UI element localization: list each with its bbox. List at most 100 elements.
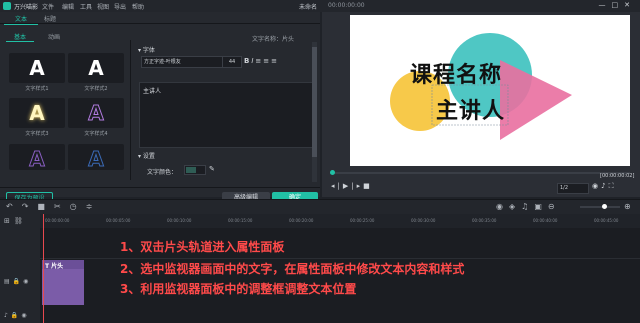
redo-icon[interactable]: ↷: [22, 202, 38, 211]
project-title: 未命名: [299, 4, 318, 11]
text-content-area[interactable]: 主讲人: [139, 82, 313, 148]
font-size-value: 44: [228, 59, 236, 65]
format-toolbar[interactable]: BI≡≡≡: [244, 57, 279, 65]
track-visible-icon[interactable]: ◉: [23, 278, 31, 285]
ruler-mark-4: 00:00:20:00: [289, 218, 314, 223]
link-icon[interactable]: ⛓: [14, 217, 27, 225]
ruler-mark-7: 00:00:35:00: [472, 218, 497, 223]
preset-label-2: 文字样式2: [84, 86, 108, 92]
preset-label-1: 文字样式1: [25, 86, 49, 92]
fullscreen-icon[interactable]: ⛶: [609, 182, 617, 190]
monitor-tools[interactable]: ◉♪⛶: [592, 182, 616, 191]
ruler-mark-5: 00:00:25:00: [350, 218, 375, 223]
menu-file[interactable]: 文件: [42, 2, 54, 11]
font-section-label: 字体: [142, 47, 155, 54]
font-section-header[interactable]: ▾ 字体: [138, 45, 155, 54]
instruction-1: 1、双击片头轨道进入属性面板: [120, 240, 285, 254]
preset-thumb-1[interactable]: A: [9, 53, 65, 83]
track-lock-icon[interactable]: 🔒: [13, 278, 23, 285]
voice-icon[interactable]: ♫: [521, 202, 534, 211]
delete-icon[interactable]: ■: [37, 202, 54, 211]
window-controls[interactable]: —□✕: [599, 1, 637, 9]
cut-icon[interactable]: ✂: [54, 202, 70, 211]
menu-export[interactable]: 导出: [114, 2, 126, 11]
title-graphic: [390, 33, 572, 140]
track-1-controls[interactable]: ▤🔒◉: [4, 278, 31, 285]
playhead[interactable]: [43, 214, 44, 323]
track-video-icon[interactable]: ▤: [4, 278, 13, 285]
text-color-swatch[interactable]: [184, 165, 206, 175]
track-audio-icon[interactable]: ♪: [4, 312, 11, 319]
text-panel: 文本 标题 基本 动画 A 文字样式1 A 文字样式2 A 文字样式3 A 文字…: [0, 12, 320, 205]
track-mute-icon[interactable]: ◉: [21, 312, 29, 319]
preset-thumb-2[interactable]: A: [68, 53, 124, 83]
menu-tools[interactable]: 工具: [80, 2, 92, 11]
zoom-select[interactable]: 1/2: [557, 183, 589, 194]
preset-thumb-3[interactable]: A: [9, 98, 65, 128]
monitor-progress-track[interactable]: [330, 170, 630, 175]
step-back-icon[interactable]: ◂|: [331, 182, 343, 190]
undo-icon[interactable]: ↶: [6, 202, 22, 211]
snapshot-icon[interactable]: ▣: [534, 202, 548, 211]
add-track-icon[interactable]: ⊞: [4, 217, 14, 225]
align-center-icon[interactable]: ≡: [263, 57, 271, 65]
canvas-title-line1[interactable]: 课程名称: [410, 57, 502, 89]
menu-help[interactable]: 帮助: [132, 2, 144, 11]
stop-icon[interactable]: ■: [363, 182, 373, 190]
eyedropper-icon[interactable]: ✎: [209, 165, 215, 173]
preview-canvas[interactable]: 课程名称 主讲人: [350, 15, 630, 166]
monitor-progress-handle[interactable]: [330, 170, 335, 175]
timeline-right-tools[interactable]: ◉◈♫▣⊖: [496, 202, 561, 211]
title-bar: 万兴喵影 文件 编辑 工具 视图 导出 帮助 未命名 00:00:00:00 —…: [0, 0, 640, 12]
marker-icon[interactable]: ◈: [509, 202, 521, 211]
settings-section-label: 设置: [142, 153, 155, 160]
font-family-select[interactable]: 方正字迹-叶根友: [141, 56, 223, 68]
align-right-icon[interactable]: ≡: [271, 57, 279, 65]
title-clip-header[interactable]: T 片头: [42, 260, 84, 270]
speed-icon[interactable]: ◷: [70, 202, 86, 211]
title-timecode: 00:00:00:00: [328, 2, 365, 9]
subtab-animation[interactable]: 动画: [48, 32, 60, 41]
track-2-controls[interactable]: ♪🔒◉: [4, 312, 30, 319]
render-icon[interactable]: ◉: [496, 202, 509, 211]
zoom-in-icon[interactable]: ⊕: [624, 202, 631, 211]
settings-section-header[interactable]: ▾ 设置: [138, 151, 155, 160]
menu-edit[interactable]: 编辑: [62, 2, 74, 11]
text-name-label: 文字名称：片头: [252, 36, 295, 43]
ruler-mark-2: 00:00:10:00: [167, 218, 192, 223]
camera-icon[interactable]: ◉: [592, 182, 601, 190]
volume-icon[interactable]: ♪: [601, 182, 608, 190]
properties-scrollbar[interactable]: [312, 42, 317, 182]
zoom-out-icon[interactable]: ⊖: [548, 202, 561, 211]
app-logo-icon: [3, 2, 11, 10]
menu-view[interactable]: 视图: [97, 2, 109, 11]
maximize-icon[interactable]: □: [612, 1, 625, 9]
subtab-basic[interactable]: 基本: [6, 32, 34, 42]
ruler-mark-8: 00:00:40:00: [533, 218, 558, 223]
playback-controls[interactable]: ◂|▶|▸■: [331, 182, 373, 190]
track2-lock-icon[interactable]: 🔒: [11, 312, 21, 319]
instruction-3: 3、利用监视器面板中的调整框调整文本位置: [120, 282, 357, 296]
title-clip-label: T 片头: [45, 263, 64, 270]
close-icon[interactable]: ✕: [624, 1, 636, 9]
timeline-ruler[interactable]: 00:00:00:00 00:00:05:00 00:00:10:00 00:0…: [40, 214, 640, 228]
track-header-tools[interactable]: ⊞⛓: [4, 217, 27, 225]
adjust-icon[interactable]: ≑: [86, 202, 102, 211]
ruler-mark-3: 00:00:15:00: [228, 218, 253, 223]
edit-tools[interactable]: ↶↷■✂◷≑: [6, 202, 101, 211]
canvas-title-line2[interactable]: 主讲人: [436, 93, 505, 125]
monitor-time-display: [00:00:00:02]: [600, 173, 635, 179]
play-icon[interactable]: ▶: [343, 182, 351, 190]
app-name: 万兴喵影: [14, 4, 39, 11]
timeline-zoom-slider[interactable]: [580, 204, 620, 209]
step-forward-icon[interactable]: |▸: [351, 182, 363, 190]
preset-thumb-5[interactable]: A: [9, 144, 65, 172]
preset-thumb-6[interactable]: A: [68, 144, 124, 172]
font-size-select[interactable]: 44: [222, 56, 242, 68]
text-color-label: 文字颜色：: [147, 169, 178, 176]
ruler-mark-6: 00:00:30:00: [411, 218, 436, 223]
tab-title[interactable]: 标题: [44, 14, 56, 23]
minimize-icon[interactable]: —: [599, 1, 612, 9]
preset-thumb-4[interactable]: A: [68, 98, 124, 128]
ruler-mark-9: 00:00:45:00: [594, 218, 619, 223]
